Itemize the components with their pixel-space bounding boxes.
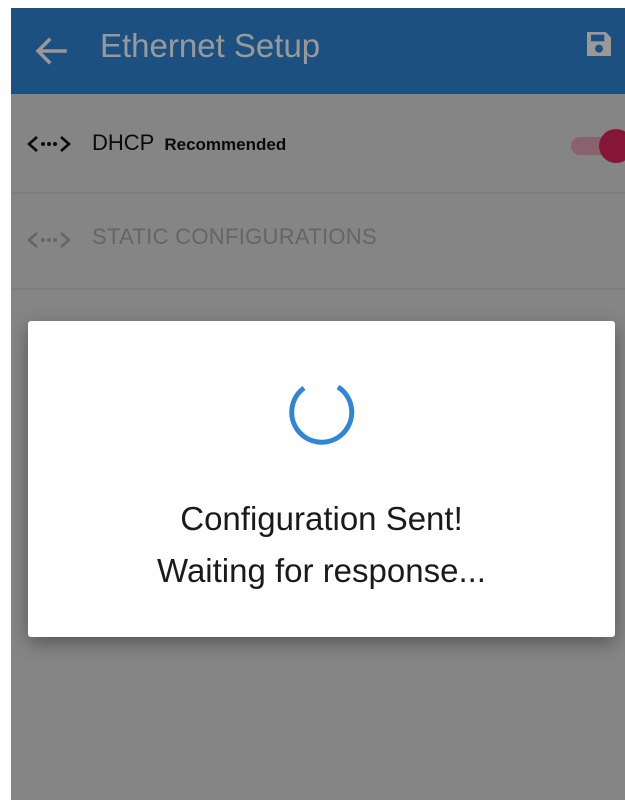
dialog-message-subtitle: Waiting for response...: [157, 552, 486, 589]
progress-dialog: Configuration Sent! Waiting for response…: [28, 321, 615, 637]
loading-spinner-icon: [289, 384, 355, 445]
dialog-message-title: Configuration Sent!: [180, 500, 463, 537]
screen: Ethernet Setup DHCP Recommended STATIC C…: [11, 8, 625, 800]
